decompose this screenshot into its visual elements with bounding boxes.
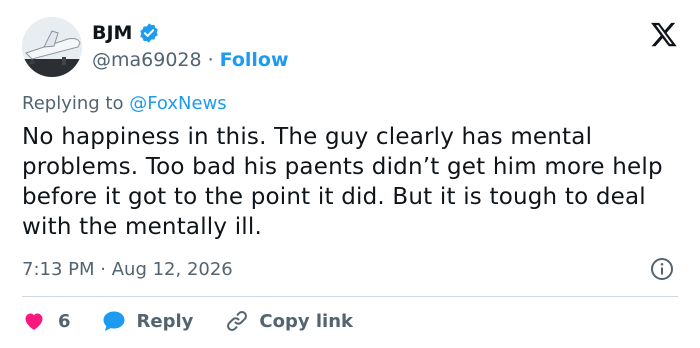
avatar[interactable] <box>22 17 82 77</box>
copy-link-button[interactable]: Copy link <box>225 309 353 333</box>
timestamp-separator: · <box>100 259 106 280</box>
space-shuttle-avatar-icon <box>22 17 82 77</box>
reply-label: Reply <box>136 310 194 332</box>
follow-button[interactable]: Follow <box>220 49 289 71</box>
link-icon <box>227 311 248 331</box>
info-icon[interactable] <box>650 257 674 281</box>
like-button[interactable]: 6 <box>22 309 101 333</box>
handle-separator: · <box>207 49 214 71</box>
verified-badge-icon <box>140 23 159 43</box>
reply-button[interactable]: Reply <box>101 309 194 333</box>
author-name-row: BJM <box>92 22 160 44</box>
author-handle[interactable]: @ma69028 <box>92 49 202 71</box>
replying-to-label: Replying to <box>22 93 124 114</box>
tweet-timestamp[interactable]: 7:13 PM · Aug 12, 2026 <box>22 259 233 280</box>
tweet-time: 7:13 PM <box>22 259 95 280</box>
divider <box>22 296 678 297</box>
x-logo-icon[interactable] <box>650 20 678 48</box>
action-bar: 6 Reply Copy link <box>22 306 353 336</box>
copy-link-label: Copy link <box>259 310 353 332</box>
replying-to: Replying to @FoxNews <box>22 93 227 114</box>
like-count: 6 <box>58 310 71 332</box>
speech-bubble-icon <box>103 311 125 331</box>
handle-row: @ma69028 · Follow <box>92 49 289 71</box>
heart-icon <box>25 313 43 330</box>
replying-to-mention[interactable]: @FoxNews <box>129 93 226 114</box>
tweet-text: No happiness in this. The guy clearly ha… <box>22 124 663 240</box>
tweet-date: Aug 12, 2026 <box>111 259 233 280</box>
author-name[interactable]: BJM <box>92 22 132 44</box>
